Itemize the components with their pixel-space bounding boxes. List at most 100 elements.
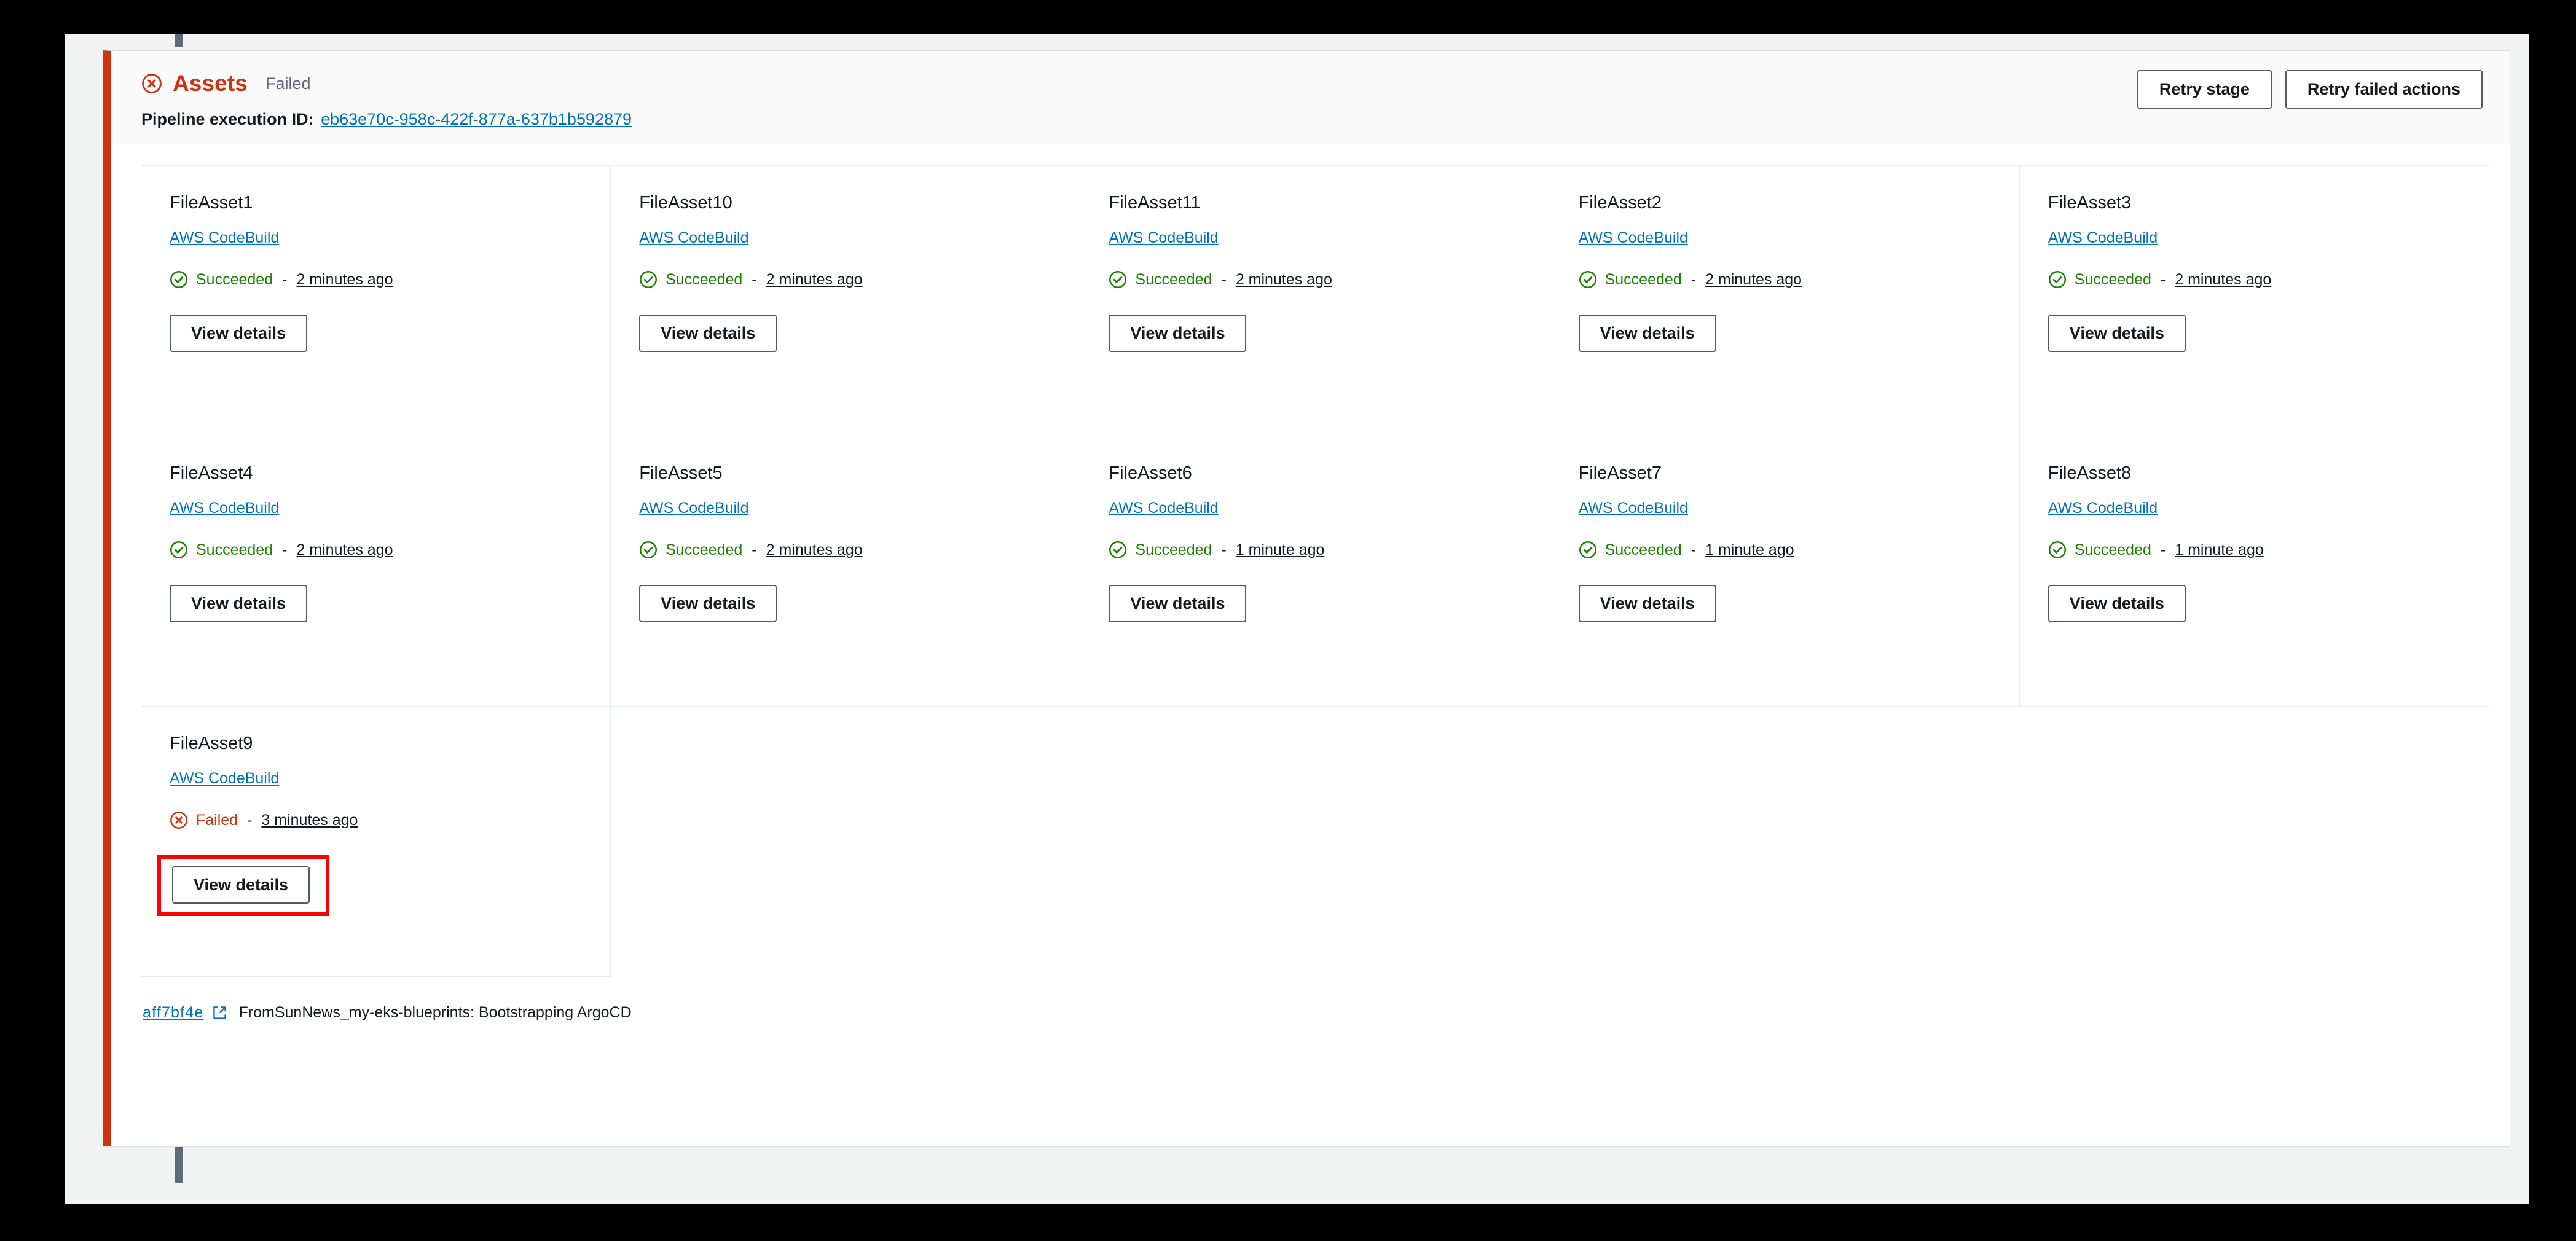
stage-title: Assets bbox=[173, 71, 248, 96]
success-check-icon bbox=[2048, 270, 2067, 289]
action-timestamp[interactable]: 2 minutes ago bbox=[1236, 271, 1332, 289]
pipeline-execution-label: Pipeline execution ID: bbox=[141, 110, 314, 128]
action-provider-link[interactable]: AWS CodeBuild bbox=[170, 770, 279, 788]
stage-header-actions: Retry stage Retry failed actions bbox=[2137, 70, 2483, 109]
pipeline-execution-id-link[interactable]: eb63e70c-958c-422f-877a-637b1b592879 bbox=[321, 110, 632, 128]
action-status-row: Succeeded - 2 minutes ago bbox=[639, 541, 1051, 559]
action-status-row: Succeeded - 2 minutes ago bbox=[639, 270, 1051, 289]
view-details-button[interactable]: View details bbox=[639, 585, 777, 622]
action-name: FileAsset5 bbox=[639, 463, 723, 483]
success-check-icon bbox=[170, 270, 188, 289]
commit-id-link[interactable]: aff7bf4e bbox=[143, 1004, 204, 1022]
action-card: FileAsset10 AWS CodeBuild Succeeded - 2 … bbox=[611, 166, 1081, 436]
stage-footer: aff7bf4e FromSunNews_my-eks-blueprints: … bbox=[111, 977, 2510, 1022]
action-name: FileAsset8 bbox=[2048, 463, 2132, 483]
status-separator: - bbox=[1221, 270, 1227, 288]
view-details-button[interactable]: View details bbox=[1109, 315, 1247, 352]
action-grid-empty-cell bbox=[1080, 707, 1550, 977]
status-separator: - bbox=[1690, 541, 1697, 558]
action-timestamp[interactable]: 2 minutes ago bbox=[766, 541, 863, 559]
error-circle-icon bbox=[141, 73, 162, 94]
success-check-icon bbox=[170, 541, 188, 559]
action-card: FileAsset4 AWS CodeBuild Succeeded - 2 m… bbox=[141, 436, 611, 707]
action-card: FileAsset1 AWS CodeBuild Succeeded - 2 m… bbox=[141, 166, 611, 436]
error-circle-icon bbox=[170, 811, 188, 829]
action-timestamp[interactable]: 2 minutes ago bbox=[1705, 271, 1802, 289]
status-separator: - bbox=[282, 541, 288, 558]
page-surface: Assets Failed Pipeline execution ID: eb6… bbox=[65, 34, 2529, 1204]
action-card: FileAsset8 AWS CodeBuild Succeeded - 1 m… bbox=[2019, 436, 2489, 707]
view-details-button[interactable]: View details bbox=[1109, 585, 1247, 622]
success-check-icon bbox=[1109, 541, 1127, 559]
action-card: FileAsset6 AWS CodeBuild Succeeded - 1 m… bbox=[1080, 436, 1550, 707]
action-timestamp[interactable]: 2 minutes ago bbox=[296, 271, 393, 289]
action-name: FileAsset4 bbox=[170, 463, 253, 483]
stage-card-assets: Assets Failed Pipeline execution ID: eb6… bbox=[103, 50, 2510, 1146]
action-status-text: Succeeded bbox=[666, 541, 743, 558]
action-provider-link[interactable]: AWS CodeBuild bbox=[1109, 229, 1218, 247]
action-timestamp[interactable]: 1 minute ago bbox=[2175, 541, 2264, 559]
actions-grid: FileAsset1 AWS CodeBuild Succeeded - 2 m… bbox=[141, 165, 2489, 977]
action-status-row: Succeeded - 2 minutes ago bbox=[1579, 270, 1991, 289]
annotation-highlight-box: View details bbox=[157, 855, 330, 916]
success-check-icon bbox=[1109, 270, 1127, 289]
action-provider-link[interactable]: AWS CodeBuild bbox=[1109, 499, 1218, 517]
actions-grid-wrapper: FileAsset1 AWS CodeBuild Succeeded - 2 m… bbox=[111, 144, 2510, 977]
view-details-button[interactable]: View details bbox=[2048, 585, 2186, 622]
action-status-text: Succeeded bbox=[196, 270, 273, 288]
action-provider-link[interactable]: AWS CodeBuild bbox=[170, 229, 279, 247]
retry-stage-button[interactable]: Retry stage bbox=[2137, 70, 2272, 109]
view-details-button[interactable]: View details bbox=[639, 315, 777, 352]
stage-header: Assets Failed Pipeline execution ID: eb6… bbox=[111, 51, 2510, 144]
status-separator: - bbox=[282, 270, 288, 288]
view-details-button[interactable]: View details bbox=[170, 585, 308, 622]
action-provider-link[interactable]: AWS CodeBuild bbox=[1579, 229, 1688, 247]
action-provider-link[interactable]: AWS CodeBuild bbox=[170, 499, 279, 517]
action-timestamp[interactable]: 2 minutes ago bbox=[766, 271, 863, 289]
view-details-button[interactable]: View details bbox=[172, 866, 310, 904]
status-separator: - bbox=[247, 811, 253, 829]
action-name: FileAsset9 bbox=[170, 734, 253, 753]
status-separator: - bbox=[2160, 541, 2166, 558]
action-status-text: Succeeded bbox=[2074, 541, 2151, 558]
action-status-row: Succeeded - 1 minute ago bbox=[1579, 541, 1991, 559]
pipeline-execution-row: Pipeline execution ID: eb63e70c-958c-422… bbox=[141, 110, 2483, 129]
external-link-icon[interactable] bbox=[212, 1005, 227, 1020]
action-provider-link[interactable]: AWS CodeBuild bbox=[2048, 229, 2158, 247]
action-timestamp[interactable]: 3 minutes ago bbox=[261, 812, 358, 829]
screenshot-viewport: Assets Failed Pipeline execution ID: eb6… bbox=[0, 0, 2576, 1241]
status-separator: - bbox=[1221, 541, 1227, 558]
action-provider-link[interactable]: AWS CodeBuild bbox=[1579, 499, 1688, 517]
retry-failed-actions-button[interactable]: Retry failed actions bbox=[2285, 70, 2483, 109]
action-provider-link[interactable]: AWS CodeBuild bbox=[639, 229, 748, 247]
view-details-button[interactable]: View details bbox=[1578, 585, 1716, 622]
action-status-text: Succeeded bbox=[2074, 270, 2151, 288]
action-name: FileAsset2 bbox=[1578, 193, 1662, 213]
view-details-button[interactable]: View details bbox=[1578, 315, 1716, 352]
action-name: FileAsset6 bbox=[1109, 463, 1192, 483]
action-timestamp[interactable]: 1 minute ago bbox=[1705, 541, 1794, 559]
action-card: FileAsset9 AWS CodeBuild Failed - 3 minu… bbox=[141, 707, 611, 977]
action-status-text: Succeeded bbox=[1604, 270, 1682, 288]
action-status-row: Succeeded - 1 minute ago bbox=[1109, 541, 1521, 559]
pipeline-rail-connector-top bbox=[175, 34, 183, 47]
action-provider-link[interactable]: AWS CodeBuild bbox=[639, 499, 748, 517]
action-provider-link[interactable]: AWS CodeBuild bbox=[2048, 499, 2158, 517]
action-status-text: Succeeded bbox=[1135, 270, 1212, 288]
action-timestamp[interactable]: 2 minutes ago bbox=[296, 541, 393, 559]
action-status-text: Succeeded bbox=[1604, 541, 1682, 558]
view-details-button[interactable]: View details bbox=[2048, 315, 2186, 352]
action-timestamp[interactable]: 1 minute ago bbox=[1236, 541, 1325, 559]
action-status-row: Succeeded - 2 minutes ago bbox=[170, 541, 582, 559]
stage-status-label: Failed bbox=[265, 74, 311, 93]
action-card: FileAsset3 AWS CodeBuild Succeeded - 2 m… bbox=[2019, 166, 2489, 436]
action-name: FileAsset1 bbox=[170, 193, 253, 213]
view-details-button[interactable]: View details bbox=[170, 315, 308, 352]
action-timestamp[interactable]: 2 minutes ago bbox=[2175, 271, 2271, 289]
action-card: FileAsset11 AWS CodeBuild Succeeded - 2 … bbox=[1080, 166, 1550, 436]
action-grid-empty-cell bbox=[2019, 707, 2489, 977]
action-name: FileAsset10 bbox=[639, 193, 732, 213]
pipeline-rail-connector-bottom bbox=[175, 1147, 183, 1183]
stage-title-row: Assets Failed bbox=[141, 71, 2483, 96]
status-separator: - bbox=[1690, 270, 1697, 288]
